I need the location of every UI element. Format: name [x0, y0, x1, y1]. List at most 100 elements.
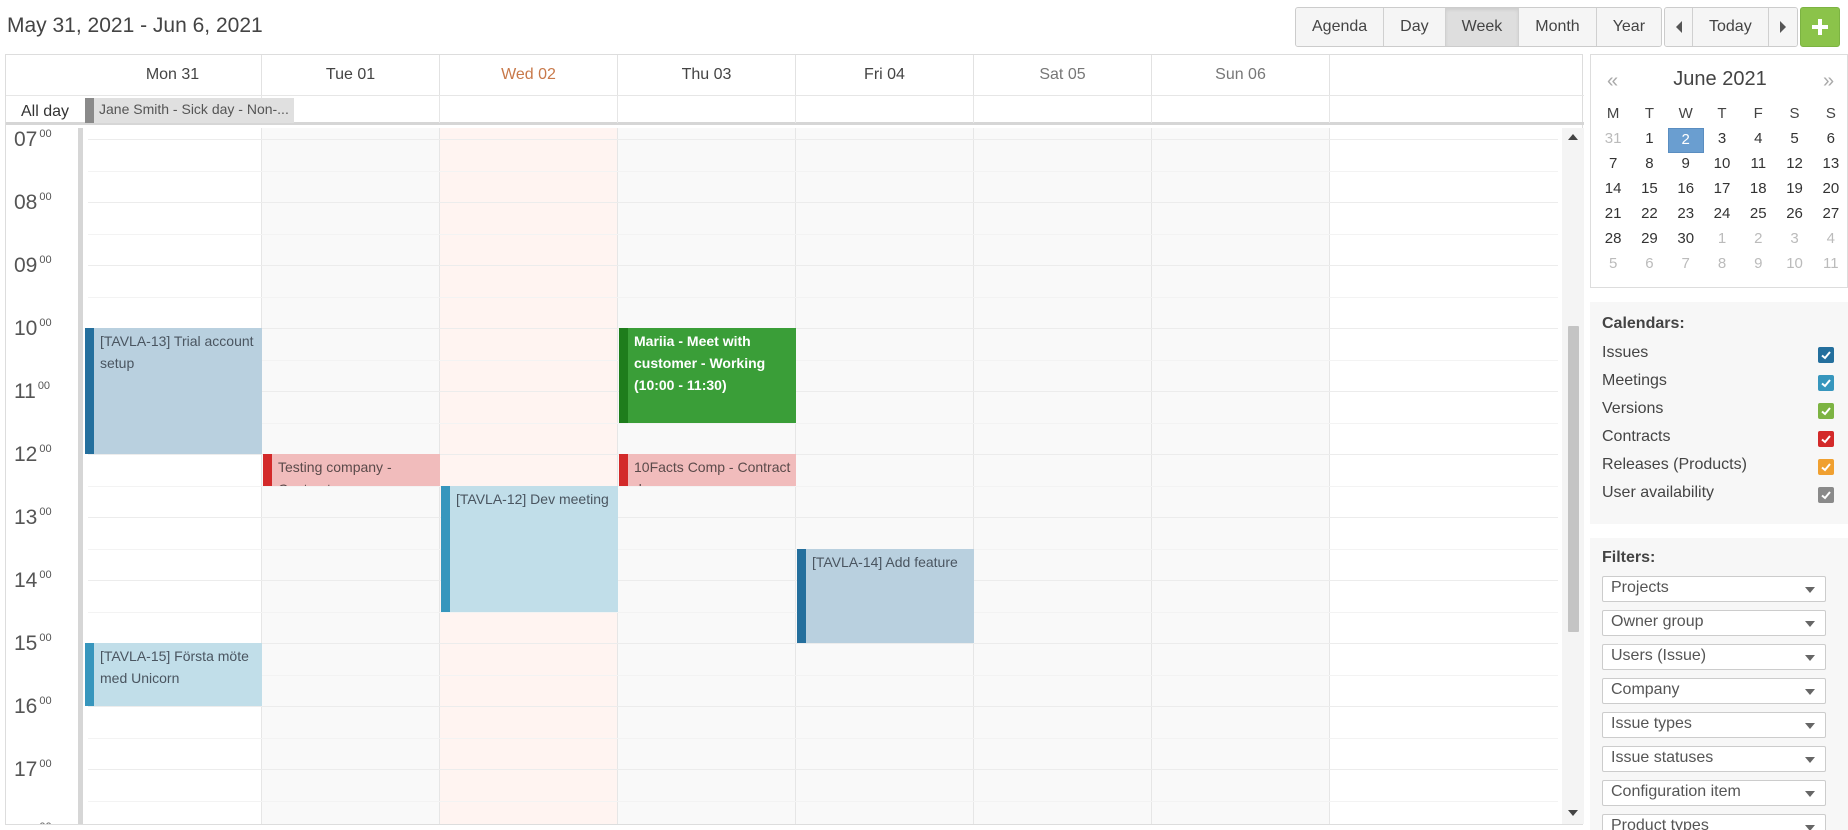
mini-day[interactable]: 10 — [1704, 153, 1740, 178]
filter-select[interactable]: Product types — [1602, 814, 1826, 830]
all-day-cell[interactable] — [440, 96, 618, 123]
calendar-toggle[interactable]: Issues — [1602, 344, 1834, 368]
day-header[interactable]: Mon 31 — [84, 55, 262, 95]
mini-day[interactable]: 18 — [1740, 178, 1776, 203]
scrollbar-thumb[interactable] — [1568, 326, 1579, 632]
calendar-event[interactable]: Testing company - Contract — [263, 454, 440, 486]
mini-day[interactable]: 13 — [1813, 153, 1848, 178]
mini-day[interactable]: 3 — [1776, 228, 1812, 253]
filter-select[interactable]: Projects — [1602, 576, 1826, 602]
month-view-button[interactable]: Month — [1519, 8, 1597, 46]
next-button[interactable] — [1768, 8, 1797, 46]
calendar-toggle[interactable]: Meetings — [1602, 372, 1834, 396]
year-view-button[interactable]: Year — [1596, 8, 1662, 46]
scroll-up-arrow-icon[interactable] — [1568, 134, 1578, 140]
mini-day[interactable]: 28 — [1595, 228, 1631, 253]
mini-day[interactable]: 11 — [1813, 253, 1848, 278]
mini-day[interactable]: 12 — [1776, 153, 1812, 178]
calendar-event[interactable]: [TAVLA-15] Första möte med Unicorn — [85, 643, 262, 706]
day-header[interactable]: Sun 06 — [1152, 55, 1330, 95]
all-day-cell[interactable] — [1152, 96, 1330, 123]
scroll-down-arrow-icon[interactable] — [1568, 810, 1578, 816]
day-column[interactable] — [1152, 128, 1330, 824]
mini-day[interactable]: 9 — [1668, 153, 1704, 178]
mini-day[interactable]: 22 — [1631, 203, 1667, 228]
mini-day[interactable]: 6 — [1813, 128, 1848, 153]
mini-day[interactable]: 23 — [1668, 203, 1704, 228]
day-column[interactable] — [796, 128, 974, 824]
checkbox-checked-icon[interactable] — [1818, 403, 1834, 419]
day-header[interactable]: Sat 05 — [974, 55, 1152, 95]
vertical-scrollbar[interactable] — [1562, 128, 1584, 824]
all-day-cell[interactable] — [974, 96, 1152, 123]
filter-select[interactable]: Issue statuses — [1602, 746, 1826, 772]
checkbox-checked-icon[interactable] — [1818, 375, 1834, 391]
calendar-toggle[interactable]: Releases (Products) — [1602, 456, 1834, 480]
mini-day[interactable]: 17 — [1704, 178, 1740, 203]
mini-day[interactable]: 2 — [1667, 128, 1704, 153]
week-view-button[interactable]: Week — [1445, 8, 1520, 46]
calendar-event[interactable]: [TAVLA-13] Trial account setup — [85, 328, 262, 454]
mini-day[interactable]: 9 — [1740, 253, 1776, 278]
filter-select[interactable]: Issue types — [1602, 712, 1826, 738]
mini-day[interactable]: 2 — [1740, 228, 1776, 253]
calendar-toggle[interactable]: Versions — [1602, 400, 1834, 424]
mini-day[interactable]: 5 — [1595, 253, 1631, 278]
calendar-event[interactable]: [TAVLA-14] Add feature — [797, 548, 974, 643]
all-day-cell[interactable] — [796, 96, 974, 123]
checkbox-checked-icon[interactable] — [1818, 459, 1834, 475]
day-column[interactable] — [974, 128, 1152, 824]
filter-select[interactable]: Owner group — [1602, 610, 1826, 636]
checkbox-checked-icon[interactable] — [1818, 431, 1834, 447]
calendar-event[interactable]: 10Facts Comp - Contract due — [619, 454, 796, 486]
mini-day[interactable]: 27 — [1813, 203, 1848, 228]
calendar-toggle[interactable]: User availability — [1602, 484, 1834, 508]
checkbox-checked-icon[interactable] — [1818, 347, 1834, 363]
day-column[interactable] — [440, 128, 618, 824]
mini-day[interactable]: 1 — [1704, 228, 1740, 253]
mini-day[interactable]: 19 — [1776, 178, 1812, 203]
agenda-view-button[interactable]: Agenda — [1296, 8, 1385, 46]
today-button[interactable]: Today — [1693, 8, 1769, 46]
mini-next-month-icon[interactable]: » — [1823, 70, 1834, 93]
calendar-event[interactable]: Mariia - Meet with customer - Working (1… — [619, 328, 796, 423]
mini-day[interactable]: 4 — [1813, 228, 1848, 253]
mini-day[interactable]: 4 — [1740, 128, 1776, 153]
day-header[interactable]: Fri 04 — [796, 55, 974, 95]
filter-select[interactable]: Company — [1602, 678, 1826, 704]
mini-day[interactable]: 20 — [1813, 178, 1848, 203]
mini-day[interactable]: 8 — [1631, 153, 1667, 178]
mini-day[interactable]: 21 — [1595, 203, 1631, 228]
previous-button[interactable] — [1665, 8, 1693, 46]
calendar-event[interactable]: [TAVLA-12] Dev meeting — [441, 485, 618, 612]
calendar-toggle[interactable]: Contracts — [1602, 428, 1834, 452]
mini-day[interactable]: 15 — [1631, 178, 1667, 203]
checkbox-checked-icon[interactable] — [1818, 487, 1834, 503]
mini-day[interactable]: 6 — [1631, 253, 1667, 278]
mini-day[interactable]: 26 — [1776, 203, 1812, 228]
mini-day[interactable]: 31 — [1595, 128, 1631, 153]
mini-day[interactable]: 14 — [1595, 178, 1631, 203]
mini-day[interactable]: 30 — [1668, 228, 1704, 253]
mini-day[interactable]: 7 — [1668, 253, 1704, 278]
day-header[interactable]: Wed 02 — [440, 55, 618, 95]
mini-day[interactable]: 24 — [1704, 203, 1740, 228]
day-header[interactable]: Thu 03 — [618, 55, 796, 95]
filter-select[interactable]: Configuration item — [1602, 780, 1826, 806]
mini-day[interactable]: 11 — [1740, 153, 1776, 178]
filter-select[interactable]: Users (Issue) — [1602, 644, 1826, 670]
mini-day[interactable]: 5 — [1776, 128, 1812, 153]
mini-day[interactable]: 1 — [1631, 128, 1667, 153]
all-day-cell[interactable] — [618, 96, 796, 123]
mini-day[interactable]: 10 — [1776, 253, 1812, 278]
mini-day[interactable]: 29 — [1631, 228, 1667, 253]
add-event-button[interactable] — [1800, 7, 1840, 47]
mini-day[interactable]: 7 — [1595, 153, 1631, 178]
all-day-event[interactable]: Jane Smith - Sick day - Non-... — [85, 98, 294, 123]
day-column[interactable] — [84, 128, 262, 824]
mini-day[interactable]: 25 — [1740, 203, 1776, 228]
mini-day[interactable]: 8 — [1704, 253, 1740, 278]
day-header[interactable]: Tue 01 — [262, 55, 440, 95]
day-view-button[interactable]: Day — [1384, 8, 1446, 46]
mini-day[interactable]: 16 — [1668, 178, 1704, 203]
